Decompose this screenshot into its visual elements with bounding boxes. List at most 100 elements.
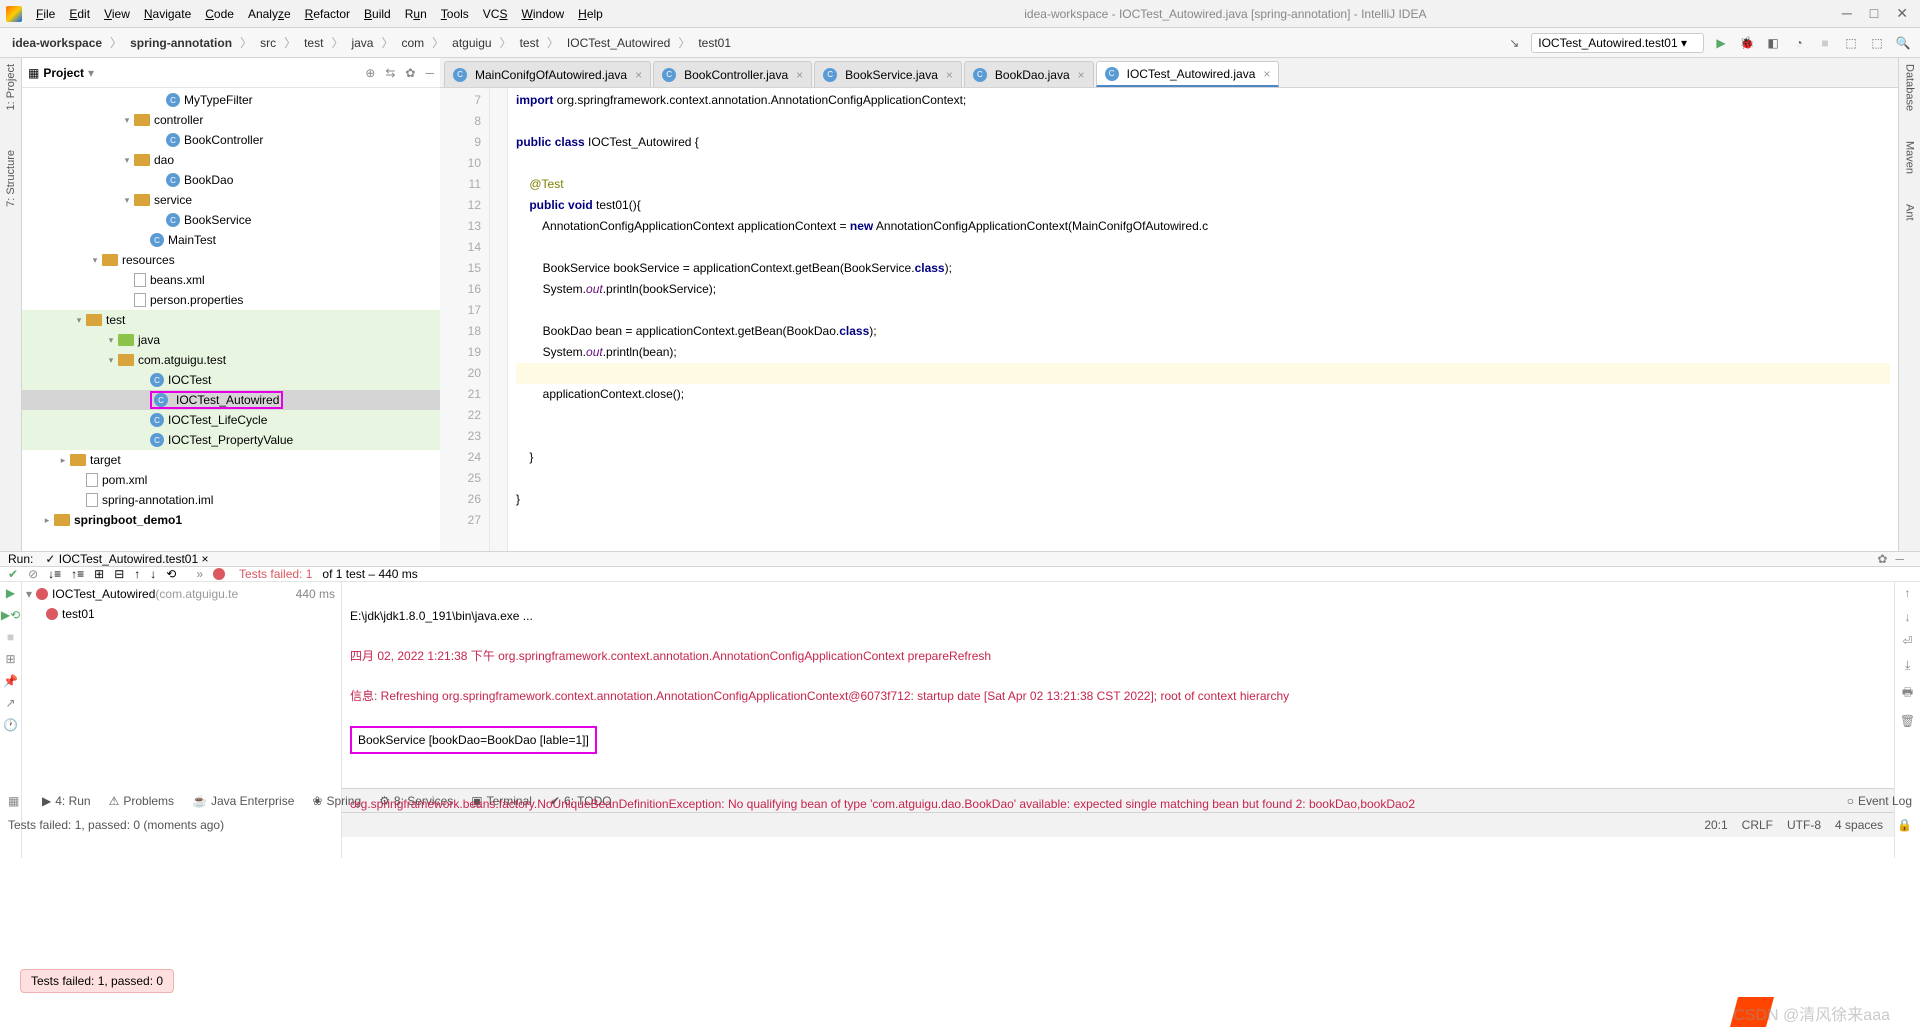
run-icon[interactable]: ▶ <box>1712 34 1730 52</box>
tree-item-service[interactable]: ▾service <box>22 190 440 210</box>
project-tree[interactable]: CMyTypeFilter▾controllerCBookController▾… <box>22 88 440 551</box>
test-row-ioctest_autowired[interactable]: ▾IOCTest_Autowired (com.atguigu.te440 ms <box>22 584 341 604</box>
expand-icon[interactable]: ⇆ <box>385 66 395 80</box>
tab-bookdao-java[interactable]: CBookDao.java× <box>964 61 1094 87</box>
lock-icon[interactable]: 🔒 <box>1897 818 1912 832</box>
menu-refactor[interactable]: Refactor <box>299 4 356 24</box>
tree-item-target[interactable]: ▸target <box>22 450 440 470</box>
sort-down-icon[interactable]: ↓≡ <box>48 567 61 581</box>
tab-bookcontroller-java[interactable]: CBookController.java× <box>653 61 812 87</box>
tree-item-com-atguigu-test[interactable]: ▾com.atguigu.test <box>22 350 440 370</box>
rerun-failed-button[interactable]: ▶⟲ <box>1 608 20 622</box>
vcs-icon[interactable]: ⬚ <box>1842 34 1860 52</box>
fail-notification[interactable]: Tests failed: 1, passed: 0 <box>20 969 174 993</box>
menu-edit[interactable]: Edit <box>63 4 96 24</box>
menu-help[interactable]: Help <box>572 4 609 24</box>
search-icon[interactable]: 🔍 <box>1894 34 1912 52</box>
menu-analyze[interactable]: Analyze <box>242 4 297 24</box>
tree-item-bookcontroller[interactable]: CBookController <box>22 130 440 150</box>
close-tab-icon[interactable]: × <box>1263 67 1270 81</box>
tree-item-ioctest-propertyvalue[interactable]: CIOCTest_PropertyValue <box>22 430 440 450</box>
scroll-end-icon[interactable]: ⤓ <box>1905 658 1910 673</box>
expand-all-icon[interactable]: ⊞ <box>94 567 104 581</box>
tree-item-java[interactable]: ▾java <box>22 330 440 350</box>
rail-database[interactable]: Database <box>1904 64 1916 111</box>
locate-icon[interactable]: ⊕ <box>365 66 375 80</box>
settings-icon[interactable]: ✿ <box>405 66 415 80</box>
rail-structure[interactable]: 7: Structure <box>5 150 17 207</box>
coverage-icon[interactable]: ◧ <box>1764 34 1782 52</box>
show-ignored-icon[interactable]: ⊘ <box>28 567 38 581</box>
crumb-8[interactable]: IOCTest_Autowired <box>563 34 674 52</box>
soft-wrap-icon[interactable]: ⏎ <box>1902 634 1912 648</box>
rail-maven[interactable]: Maven <box>1904 141 1916 174</box>
tree-item-beans-xml[interactable]: beans.xml <box>22 270 440 290</box>
tree-item-ioctest-autowired[interactable]: CIOCTest_Autowired <box>22 390 440 410</box>
crumb-9[interactable]: test01 <box>694 34 735 52</box>
test-row-test01[interactable]: test01 <box>22 604 341 624</box>
rerun-icon[interactable]: ⟲ <box>166 567 176 581</box>
rail-ant[interactable]: Ant <box>1904 204 1916 221</box>
tree-item-person-properties[interactable]: person.properties <box>22 290 440 310</box>
close-tab-icon[interactable]: × <box>635 68 642 82</box>
structure-icon[interactable]: ⬚ <box>1868 34 1886 52</box>
test-tree[interactable]: ▾IOCTest_Autowired (com.atguigu.te440 ms… <box>22 582 342 858</box>
collapse-all-icon[interactable]: ⊟ <box>114 567 124 581</box>
crumb-4[interactable]: java <box>347 34 377 52</box>
next-icon[interactable]: ↓ <box>150 567 156 581</box>
tree-item-spring-annotation-iml[interactable]: spring-annotation.iml <box>22 490 440 510</box>
menu-tools[interactable]: Tools <box>435 4 475 24</box>
rerun-button[interactable]: ▶ <box>6 586 15 600</box>
menu-file[interactable]: File <box>30 4 61 24</box>
build-icon[interactable]: ↘ <box>1505 34 1523 52</box>
sort-up-icon[interactable]: ↑≡ <box>71 567 84 581</box>
menu-view[interactable]: View <box>98 4 136 24</box>
close-tab-icon[interactable]: × <box>946 68 953 82</box>
minimize-icon[interactable]: ─ <box>1842 5 1852 22</box>
scroll-down-icon[interactable]: ↓ <box>1905 610 1911 624</box>
menu-run[interactable]: Run <box>399 4 433 24</box>
prev-icon[interactable]: ↑ <box>134 567 140 581</box>
code-editor[interactable]: import org.springframework.context.annot… <box>508 88 1898 551</box>
tree-item-bookservice[interactable]: CBookService <box>22 210 440 230</box>
tree-item-resources[interactable]: ▾resources <box>22 250 440 270</box>
run-config-select[interactable]: IOCTest_Autowired.test01 ▾ <box>1531 33 1704 53</box>
close-tab-icon[interactable]: × <box>1078 68 1085 82</box>
export-button[interactable]: ↗ <box>5 696 15 710</box>
console-output[interactable]: E:\jdk\jdk1.8.0_191\bin\java.exe ... 四月 … <box>342 582 1894 858</box>
tab-mainconifgofautowired-java[interactable]: CMainConifgOfAutowired.java× <box>444 61 651 87</box>
toggle-button[interactable]: ⊞ <box>5 652 15 666</box>
run-hide-icon[interactable]: ─ <box>1895 552 1904 566</box>
print-icon[interactable]: 🖶 <box>1902 683 1913 704</box>
pin-button[interactable]: 📌 <box>3 674 18 688</box>
stop-button[interactable]: ■ <box>7 630 14 644</box>
tree-item-pom-xml[interactable]: pom.xml <box>22 470 440 490</box>
tree-item-test[interactable]: ▾test <box>22 310 440 330</box>
close-tab-icon[interactable]: × <box>796 68 803 82</box>
close-icon[interactable]: ✕ <box>1896 5 1908 22</box>
tab-problems[interactable]: ⚠ Problems <box>109 794 174 808</box>
tree-item-bookdao[interactable]: CBookDao <box>22 170 440 190</box>
menu-navigate[interactable]: Navigate <box>138 4 197 24</box>
maximize-icon[interactable]: □ <box>1870 5 1878 22</box>
show-passed-icon[interactable]: ✔ <box>8 567 18 581</box>
tree-item-springboot-demo1[interactable]: ▸springboot_demo1 <box>22 510 440 530</box>
crumb-7[interactable]: test <box>516 34 543 52</box>
tab-java-enterprise[interactable]: ☕ Java Enterprise <box>192 794 294 808</box>
profile-icon[interactable]: ◔ <box>1790 34 1808 52</box>
tree-item-ioctest-lifecycle[interactable]: CIOCTest_LifeCycle <box>22 410 440 430</box>
scroll-up-icon[interactable]: ↑ <box>1905 586 1911 600</box>
clear-icon[interactable]: 🗑 <box>1900 714 1915 728</box>
project-dropdown-icon[interactable]: ▾ <box>88 66 94 80</box>
crumb-2[interactable]: src <box>256 34 280 52</box>
menu-window[interactable]: Window <box>515 4 570 24</box>
run-config-name[interactable]: ✓ IOCTest_Autowired.test01 × <box>45 552 208 566</box>
crumb-0[interactable]: idea-workspace <box>8 34 106 52</box>
tree-item-controller[interactable]: ▾controller <box>22 110 440 130</box>
rail-project[interactable]: 1: Project <box>5 64 17 110</box>
menu-vcs[interactable]: VCS <box>477 4 514 24</box>
hide-icon[interactable]: ─ <box>425 66 434 80</box>
tree-item-maintest[interactable]: CMainTest <box>22 230 440 250</box>
crumb-5[interactable]: com <box>397 34 428 52</box>
debug-icon[interactable]: 🐞 <box>1738 34 1756 52</box>
